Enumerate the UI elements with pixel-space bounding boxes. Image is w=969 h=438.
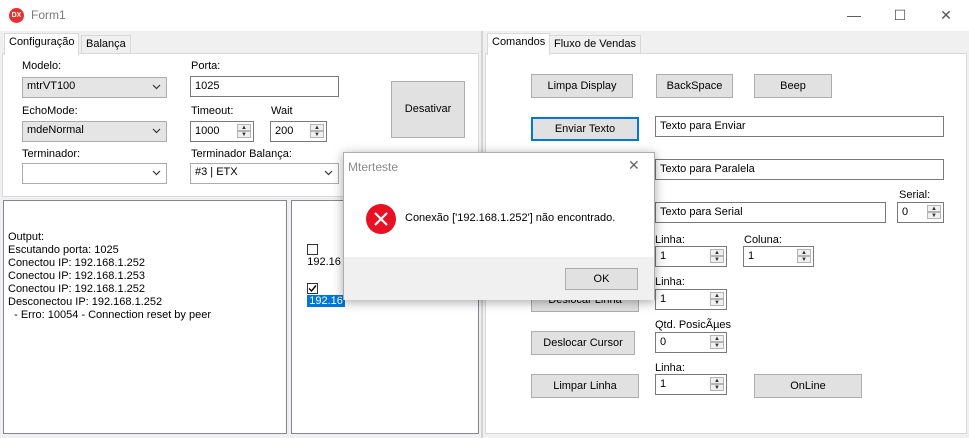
qtd-value: 0 [660,336,667,348]
modelo-label: Modelo: [22,60,62,72]
linha-input[interactable]: 1 ▲ ▼ [655,289,727,310]
error-dialog: Mterteste ✕ Conexão ['192.168.1.252'] nã… [343,152,655,300]
output-line: - Erro: 10054 - Connection reset by peer [8,309,211,321]
dialog-close-button[interactable]: ✕ [628,157,640,174]
error-icon [366,204,396,234]
checkmark-icon [308,284,317,292]
timeout-spinner[interactable]: ▲ ▼ [237,124,251,139]
texto-serial-input[interactable]: Texto para Serial [655,202,886,223]
ip-item-label: 192.16 [307,256,341,268]
output-line: Escutando porta: 1025 [8,244,119,256]
tab-configuracao[interactable]: Configuração [4,33,80,55]
chevron-down-icon [152,128,161,134]
serial-input[interactable]: 0 ▲ ▼ [897,202,944,223]
coluna-spinner[interactable]: ▲ ▼ [797,249,811,264]
minimize-button[interactable]: — [831,0,877,31]
terminador-balanca-label: Terminador Balança: [191,148,292,160]
linha-spinner[interactable]: ▲ ▼ [710,249,724,264]
modelo-select[interactable]: mtrVT100 [22,77,167,98]
close-button[interactable]: ✕ [923,0,969,31]
terminador-balanca-select[interactable]: #3 | ETX [190,163,339,184]
echomode-label: EchoMode: [22,105,78,117]
ok-button[interactable]: OK [565,268,638,290]
output-line: Conectou IP: 192.168.1.253 [8,270,145,282]
enviar-texto-button[interactable]: Enviar Texto [531,117,639,141]
output-line: Conectou IP: 192.168.1.252 [8,283,145,295]
wait-label: Wait [271,105,293,117]
chevron-down-icon [152,84,161,90]
tab-fluxo-de-vendas[interactable]: Fluxo de Vendas [549,35,641,55]
terminador-select[interactable] [22,163,167,184]
porta-label: Porta: [191,60,221,72]
serial-label: Serial: [899,189,931,201]
backspace-button[interactable]: BackSpace [656,74,733,98]
qtd-posicoes-label: Qtd. PosicÃµes [655,319,732,331]
linha-label: Linha: [655,276,685,288]
porta-input[interactable]: 1025 [190,76,339,97]
tab-comandos[interactable]: Comandos [487,33,551,55]
texto-paralela-input[interactable]: Texto para Paralela [655,159,944,180]
checkbox-unchecked[interactable] [307,243,319,255]
output-line: Conectou IP: 192.168.1.252 [8,257,145,269]
linha-value: 1 [660,293,667,305]
chevron-down-icon [324,170,333,176]
timeout-label: Timeout: [191,105,234,117]
serial-spinner[interactable]: ▲ ▼ [927,205,941,220]
terminador-balanca-value: #3 | ETX [195,166,238,178]
linha-label: Linha: [655,362,685,374]
dialog-title: Mterteste [348,160,399,174]
linha-value: 1 [660,378,667,390]
deslocar-cursor-button[interactable]: Deslocar Cursor [531,331,635,355]
title-bar: DX Form1 — ☐ ✕ [0,0,969,31]
linha-label: Linha: [655,234,685,246]
echomode-value: mdeNormal [27,124,84,136]
echomode-select[interactable]: mdeNormal [22,121,167,142]
tab-balanca[interactable]: Balança [81,35,131,55]
window-title: Form1 [31,8,66,22]
terminador-label: Terminador: [22,148,81,160]
linha-input[interactable]: 1 ▲ ▼ [655,246,727,267]
coluna-label: Coluna: [744,234,782,246]
output-line: Output: [8,231,45,243]
dialog-button-bar: OK [344,257,654,300]
checkbox-checked[interactable] [307,282,319,294]
timeout-value: 1000 [195,125,220,137]
app-icon: DX [9,8,24,23]
dialog-message: Conexão ['192.168.1.252'] não encontrado… [405,212,616,224]
modelo-value: mtrVT100 [27,80,76,92]
linha-input[interactable]: 1 ▲ ▼ [655,374,727,395]
desativar-button[interactable]: Desativar [391,81,465,138]
maximize-button[interactable]: ☐ [877,0,923,31]
linha-value: 1 [660,250,667,262]
linha-spinner[interactable]: ▲ ▼ [710,292,724,307]
ip-item-label: 192.16 [307,295,345,307]
serial-value: 0 [902,206,909,218]
texto-enviar-input[interactable]: Texto para Enviar [655,116,944,137]
limpa-display-button[interactable]: Limpa Display [531,74,633,98]
online-button[interactable]: OnLine [754,374,862,398]
linha-spinner[interactable]: ▲ ▼ [710,377,724,392]
timeout-input[interactable]: 1000 ▲ ▼ [190,121,254,142]
chevron-down-icon [152,170,161,176]
qtd-spinner[interactable]: ▲ ▼ [710,335,724,350]
limpar-linha-button[interactable]: Limpar Linha [531,374,639,398]
beep-button[interactable]: Beep [754,74,832,98]
coluna-input[interactable]: 1 ▲ ▼ [743,246,814,267]
coluna-value: 1 [748,250,755,262]
wait-value: 200 [275,125,294,137]
output-line: Desconectou IP: 192.168.1.252 [8,296,163,308]
qtd-posicoes-input[interactable]: 0 ▲ ▼ [655,332,727,353]
output-memo[interactable]: Output: Escutando porta: 1025 Conectou IP:… [3,200,287,434]
wait-input[interactable]: 200 ▲ ▼ [270,121,327,142]
wait-spinner[interactable]: ▲ ▼ [310,124,324,139]
